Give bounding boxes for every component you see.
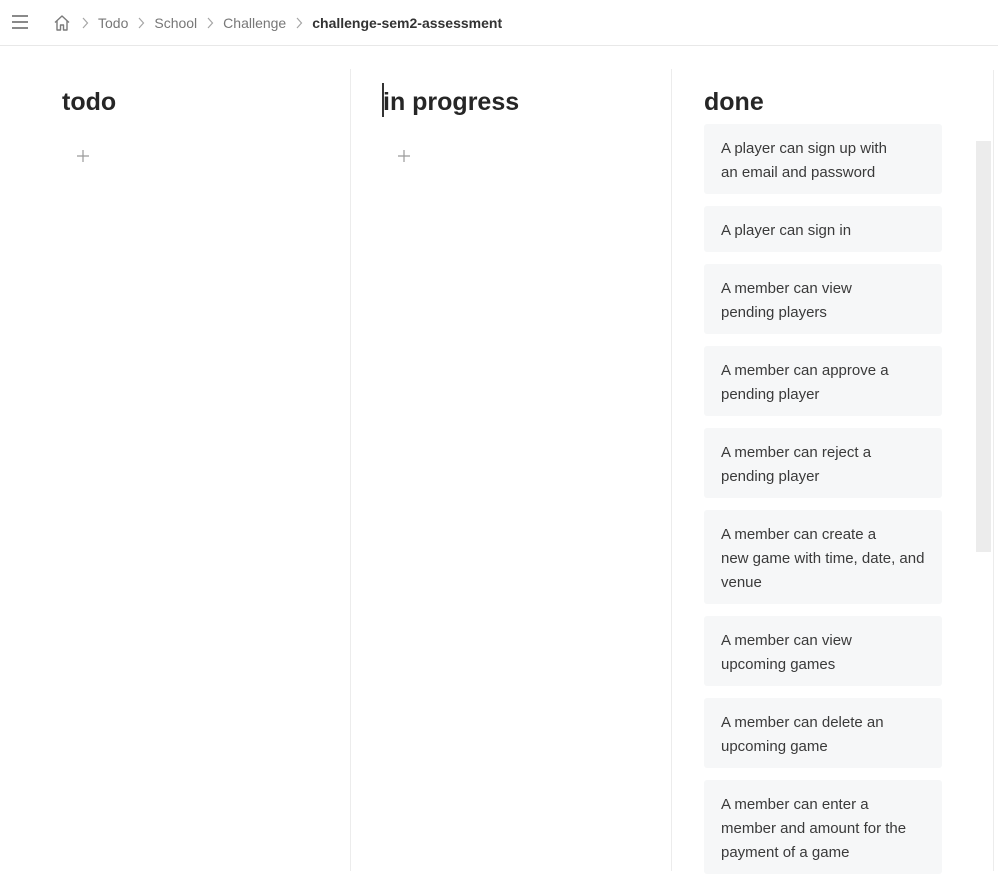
card-done-9[interactable]: A member can enter a member and amount f… bbox=[704, 780, 942, 874]
card-done-1[interactable]: A player can sign up with an email and p… bbox=[704, 124, 942, 194]
card-text: pending player bbox=[721, 386, 820, 403]
column-todo: todo bbox=[0, 47, 350, 871]
chevron-right-icon bbox=[72, 13, 98, 33]
card-text: payment of a game bbox=[721, 844, 850, 861]
plus-icon bbox=[77, 150, 89, 162]
menu-icon[interactable] bbox=[12, 15, 28, 29]
breadcrumb-item-todo[interactable]: Todo bbox=[98, 15, 128, 31]
column-title-todo[interactable]: todo bbox=[62, 87, 116, 117]
text-cursor bbox=[382, 83, 384, 117]
column-title-done[interactable]: done bbox=[704, 87, 764, 117]
card-text: A member can delete an bbox=[721, 714, 884, 731]
chevron-right-icon bbox=[128, 13, 154, 33]
card-text: A member can view bbox=[721, 632, 852, 649]
breadcrumb: Todo School Challenge challenge-sem2-ass… bbox=[52, 0, 502, 46]
card-text: pending player bbox=[721, 468, 820, 485]
card-text: upcoming game bbox=[721, 738, 828, 755]
card-done-6[interactable]: A member can create a new game with time… bbox=[704, 510, 942, 604]
card-done-5[interactable]: A member can reject a pending player bbox=[704, 428, 942, 498]
chevron-right-icon bbox=[197, 13, 223, 33]
breadcrumb-current-page: challenge-sem2-assessment bbox=[312, 15, 503, 31]
top-bar: Todo School Challenge challenge-sem2-ass… bbox=[0, 0, 998, 46]
panel-edge bbox=[993, 70, 994, 871]
home-icon[interactable] bbox=[52, 13, 72, 33]
card-done-8[interactable]: A member can delete an upcoming game bbox=[704, 698, 942, 768]
add-card-button-todo[interactable] bbox=[73, 146, 93, 166]
card-done-3[interactable]: A member can view pending players bbox=[704, 264, 942, 334]
scrollbar-thumb[interactable] bbox=[976, 141, 991, 552]
card-text: venue bbox=[721, 574, 762, 591]
card-done-4[interactable]: A member can approve a pending player bbox=[704, 346, 942, 416]
kanban-board: todo in progress done A player can sign … bbox=[0, 47, 998, 874]
add-card-button-in-progress[interactable] bbox=[394, 146, 414, 166]
card-text: A member can create a bbox=[721, 526, 877, 543]
plus-icon bbox=[398, 150, 410, 162]
card-text: member and amount for the bbox=[721, 820, 907, 837]
chevron-right-icon bbox=[286, 13, 312, 33]
card-text: A member can approve a bbox=[721, 362, 889, 379]
card-done-2[interactable]: A player can sign in bbox=[704, 206, 942, 252]
column-in-progress: in progress bbox=[351, 47, 671, 871]
card-text: A member can reject a bbox=[721, 444, 872, 461]
card-text: A member can enter a bbox=[721, 796, 869, 813]
column-title-in-progress[interactable]: in progress bbox=[383, 87, 519, 117]
card-text: A player can sign in bbox=[721, 222, 852, 239]
card-text: upcoming games bbox=[721, 656, 836, 673]
card-done-7[interactable]: A member can view upcoming games bbox=[704, 616, 942, 686]
card-text: new game with time, date, and bbox=[721, 550, 925, 567]
breadcrumb-item-challenge[interactable]: Challenge bbox=[223, 15, 286, 31]
card-text: an email and password bbox=[721, 164, 876, 181]
card-text: pending players bbox=[721, 304, 827, 321]
card-text: A player can sign up with bbox=[721, 140, 887, 157]
breadcrumb-item-school[interactable]: School bbox=[154, 15, 197, 31]
card-text: A member can view bbox=[721, 280, 852, 297]
